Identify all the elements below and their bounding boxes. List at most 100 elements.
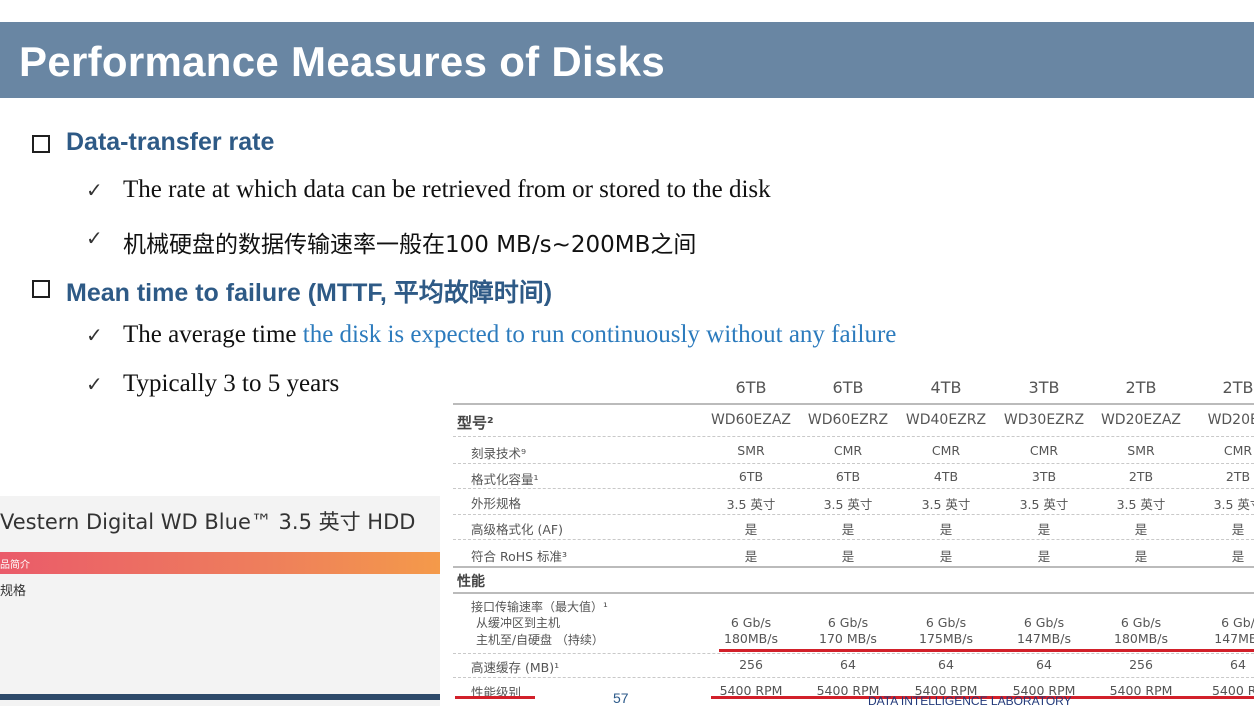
- table-cell: 3.5 英寸: [921, 497, 971, 512]
- red-underline: [455, 696, 535, 699]
- table-cell: CMR: [833, 443, 863, 458]
- table-cell: 6 Gb/s: [1023, 615, 1065, 630]
- table-rule: [453, 653, 1254, 654]
- product-intro-label: 品简介: [0, 560, 30, 571]
- table-cell: 6 Gb/s: [730, 615, 772, 630]
- table-cell: 3.5 英寸: [1213, 497, 1254, 512]
- model-header: 型号²: [457, 414, 494, 432]
- table-cell: CMR: [1223, 443, 1253, 458]
- bullet-transfer-range: 机械硬盘的数据传输速率一般在100 MB/s~200MB之间: [123, 232, 697, 258]
- table-cell: 256: [1129, 657, 1153, 672]
- table-rule: [453, 403, 1254, 405]
- model-cell: WD40EZRZ: [905, 412, 987, 428]
- model-cell: WD20EZAZ: [1100, 412, 1182, 428]
- bullet-mttf-typical: Typically 3 to 5 years: [123, 370, 340, 397]
- table-cell: 是: [744, 549, 758, 564]
- table-cell: 3.5 英寸: [1019, 497, 1069, 512]
- table-cell: 256: [739, 657, 763, 672]
- table-cell: CMR: [931, 443, 961, 458]
- product-intro-bar: 品简介: [0, 552, 440, 574]
- capacity-header: 4TB: [930, 378, 962, 397]
- table-rule: [453, 488, 1254, 489]
- table-cell: 是: [1231, 549, 1245, 564]
- table-cell: 2TB: [1128, 469, 1154, 484]
- model-cell: WD20EZ: [1207, 412, 1254, 428]
- table-cell: 是: [1037, 522, 1051, 537]
- table-cell: 是: [1037, 549, 1051, 564]
- table-cell: 3.5 英寸: [726, 497, 776, 512]
- table-cell: 64: [1230, 657, 1246, 672]
- table-rule: [453, 436, 1254, 437]
- capacity-header: 6TB: [832, 378, 864, 397]
- row-label: 高级格式化 (AF): [471, 522, 563, 537]
- product-title: Vestern Digital WD Blue™ 3.5 英寸 HDD: [0, 510, 416, 534]
- table-cell: 147MB/s: [1017, 631, 1071, 646]
- checkmark-icon: ✓: [86, 372, 103, 396]
- table-cell: 6 Gb/s: [1120, 615, 1162, 630]
- table-cell: 4TB: [933, 469, 959, 484]
- table-cell: 2TB: [1225, 469, 1251, 484]
- table-cell: 是: [1134, 549, 1148, 564]
- table-cell: 64: [840, 657, 856, 672]
- table-rule: [453, 592, 1254, 594]
- table-cell: 180MB/s: [1114, 631, 1168, 646]
- row-label: 高速缓存 (MB)¹: [471, 660, 560, 675]
- spec-table-image: 6TB 6TB 4TB 3TB 2TB 2TB 型号² WD60EZAZ WD6…: [453, 370, 1254, 706]
- title-bar: Performance Measures of Disks: [0, 22, 1254, 98]
- section-heading-transfer-rate: Data-transfer rate: [66, 128, 275, 156]
- performance-section-label: 性能: [457, 574, 485, 590]
- square-bullet-icon: [32, 280, 50, 298]
- checkmark-icon: ✓: [86, 178, 103, 202]
- slide-title: Performance Measures of Disks: [19, 38, 665, 85]
- square-bullet-icon: [32, 135, 50, 153]
- footer-logo-strip: DATA INTELLIGENCE LABORATORY: [800, 694, 1254, 706]
- table-cell: 64: [938, 657, 954, 672]
- table-cell: 180MB/s: [724, 631, 778, 646]
- top-strip: [0, 0, 1254, 22]
- red-underline: [719, 649, 1254, 652]
- table-cell: 170 MB/s: [819, 631, 877, 646]
- table-cell: 6 Gb/: [1221, 615, 1254, 630]
- product-spec-label: 规格: [0, 584, 27, 599]
- table-cell: 是: [841, 549, 855, 564]
- table-cell: 是: [939, 549, 953, 564]
- interface-label: 接口传输速率（最大值）¹: [471, 600, 608, 614]
- product-bottom-bar: [0, 694, 440, 700]
- model-cell: WD60EZRZ: [807, 412, 889, 428]
- capacity-header: 6TB: [735, 378, 767, 397]
- table-cell: 6 Gb/s: [925, 615, 967, 630]
- table-cell: 64: [1036, 657, 1052, 672]
- mttf-definition-prefix: The average time: [123, 321, 303, 348]
- interface-sustained-label: 主机至/自硬盘 （持续）: [476, 633, 604, 647]
- model-cell: WD60EZAZ: [710, 412, 792, 428]
- row-label: 刻录技术⁹: [471, 446, 527, 461]
- bullet-mttf-definition: The average time the disk is expected to…: [123, 321, 896, 349]
- table-rule: [453, 539, 1254, 540]
- model-cell: WD30EZRZ: [1003, 412, 1085, 428]
- table-cell: SMR: [737, 443, 765, 458]
- table-rule: [453, 514, 1254, 515]
- table-cell: 是: [744, 522, 758, 537]
- table-rule: [453, 677, 1254, 678]
- table-cell: 3.5 英寸: [1116, 497, 1166, 512]
- capacity-header: 2TB: [1125, 378, 1157, 397]
- footer-lab-name: DATA INTELLIGENCE LABORATORY: [868, 694, 1072, 706]
- product-image: Vestern Digital WD Blue™ 3.5 英寸 HDD 品简介 …: [0, 496, 440, 706]
- table-cell: 147MB/: [1214, 631, 1254, 646]
- capacity-header: 3TB: [1028, 378, 1060, 397]
- row-label: 符合 RoHS 标准³: [471, 549, 568, 564]
- interface-buffer-label: 从缓冲区到主机: [476, 616, 561, 630]
- table-cell: SMR: [1127, 443, 1155, 458]
- table-rule: [453, 463, 1254, 464]
- table-cell: 是: [1134, 522, 1148, 537]
- capacity-header: 2TB: [1222, 378, 1254, 397]
- row-label: 格式化容量¹: [471, 472, 539, 487]
- table-cell: 6 Gb/s: [827, 615, 869, 630]
- table-cell: 是: [841, 522, 855, 537]
- section-heading-mttf: Mean time to failure (MTTF, 平均故障时间): [66, 279, 553, 307]
- table-cell: 6TB: [835, 469, 861, 484]
- checkmark-icon: ✓: [86, 323, 103, 347]
- mttf-definition-highlight: the disk is expected to run continuously…: [302, 321, 897, 348]
- table-cell: 3.5 英寸: [823, 497, 873, 512]
- row-label: 外形规格: [471, 496, 522, 511]
